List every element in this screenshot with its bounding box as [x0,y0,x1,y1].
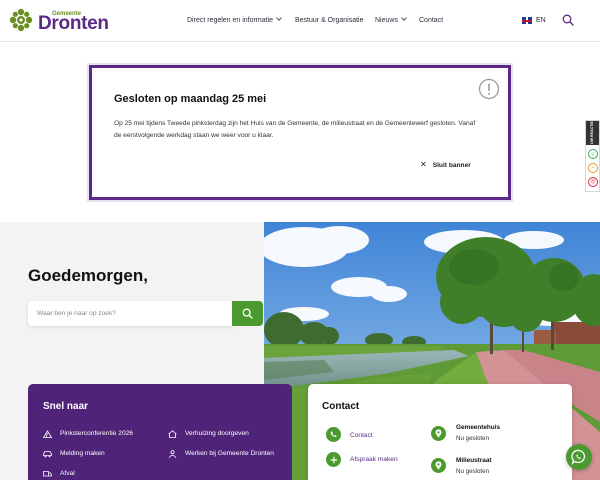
uk-flag-icon[interactable] [522,17,532,24]
gemeentehuis-label[interactable]: Gemeentehuis [456,424,500,431]
quick-link-melding[interactable]: Melding maken [60,448,105,460]
nav-label: Bestuur & Organisatie [295,17,364,24]
quick-link-afval[interactable]: Afval [60,468,75,480]
close-banner-label: Sluit banner [432,162,471,169]
nav-contact[interactable]: Contact [419,17,443,24]
nav-label: Direct regelen en informatie [187,17,273,24]
milieustraat-status: Nu gesloten [456,468,490,475]
contact-title: Contact [322,401,360,412]
car-icon [43,451,52,458]
language-switch[interactable]: EN [536,17,546,24]
milieustraat-label[interactable]: Milieustraat [456,457,492,464]
nav-direct-regelen[interactable]: Direct regelen en informatie [187,15,282,24]
nav-label: Nieuws [375,17,398,24]
quick-links-title: Snel naar [43,401,89,412]
truck-icon [43,471,52,477]
tent-icon [43,430,52,438]
search-button[interactable] [232,301,263,326]
sad-face-icon[interactable]: ☹ [588,177,598,187]
location-pin-icon [431,458,446,473]
quick-link-werken-bij[interactable]: Werken bij Gemeente Dronten [185,448,285,460]
neutral-face-icon[interactable]: • [588,163,598,173]
chevron-down-icon [401,15,407,21]
house-icon [168,430,177,438]
appointment-link[interactable]: Afspraak maken [350,456,398,463]
feedback-widget[interactable]: UW REACTIE ☺ • ☹ [585,120,600,192]
phone-icon [326,427,341,442]
chevron-down-icon [276,15,282,21]
gemeentehuis-status: Nu gesloten [456,435,490,442]
logo[interactable]: Gemeente Dronten [8,5,109,35]
logo-mark-icon [9,8,33,32]
alert-icon [478,78,500,100]
close-icon: ✕ [420,160,427,169]
location-pin-icon [431,426,446,441]
logo-wordmark: Dronten [38,13,109,34]
person-icon [168,450,177,458]
nav-nieuws[interactable]: Nieuws [375,15,407,24]
search-icon [242,308,253,319]
contact-link[interactable]: Contact [350,432,373,439]
nav-label: Contact [419,17,444,24]
greeting-heading: Goedemorgen, [28,266,148,285]
plus-icon [326,452,341,467]
chat-button[interactable] [566,444,592,470]
feedback-tab-label: UW REACTIE [586,121,599,145]
search-input[interactable]: Waar ben je naar op zoek? [28,301,232,326]
contact-panel: Contact Contact Afspraak maken Gemeenteh… [308,384,572,480]
nav-bestuur[interactable]: Bestuur & Organisatie [295,17,363,24]
happy-face-icon[interactable]: ☺ [588,149,598,159]
quick-link-verhuizing[interactable]: Verhuizing doorgeven [185,428,249,440]
search-placeholder: Waar ben je naar op zoek? [37,310,116,317]
chat-icon [571,449,586,465]
search-icon[interactable] [562,14,574,26]
quick-link-pinksterconferentie[interactable]: Pinksterconferentie 2026 [60,428,133,440]
site-header: Gemeente Dronten Direct regelen en infor… [0,0,600,42]
banner-title: Gesloten op maandag 25 mei [114,93,267,105]
close-banner-button[interactable]: ✕ Sluit banner [420,160,471,169]
closure-banner: Gesloten op maandag 25 mei Op 25 mei tij… [89,65,511,200]
banner-text: Op 25 mei tijdens Tweede pinksterdag zij… [114,120,476,139]
quick-links-panel: Snel naar Pinksterconferentie 2026 Verhu… [28,384,292,480]
